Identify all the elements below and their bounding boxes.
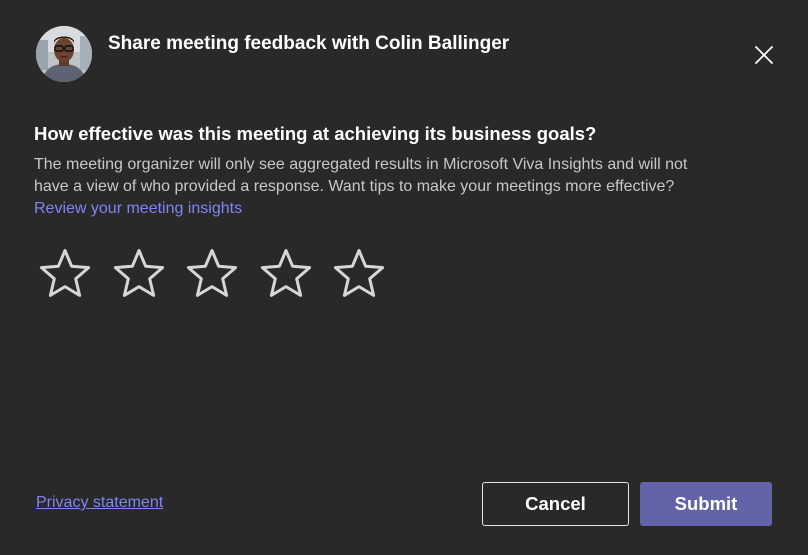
submit-button[interactable]: Submit	[640, 482, 772, 526]
star-outline-icon	[186, 249, 238, 297]
star-outline-icon	[113, 249, 164, 297]
cancel-button[interactable]: Cancel	[482, 482, 629, 526]
dialog-header: Share meeting feedback with Colin Ballin…	[36, 26, 509, 82]
feedback-dialog: Share meeting feedback with Colin Ballin…	[0, 0, 808, 555]
star-rating	[38, 247, 406, 301]
star-3-button[interactable]	[185, 247, 239, 301]
description-text: The meeting organizer will only see aggr…	[34, 154, 734, 198]
description-line-1: The meeting organizer will only see aggr…	[34, 156, 688, 173]
avatar	[36, 26, 92, 82]
close-icon	[755, 46, 773, 64]
star-outline-icon	[39, 249, 91, 297]
star-1-button[interactable]	[38, 247, 92, 301]
question-heading: How effective was this meeting at achiev…	[34, 123, 597, 144]
star-5-button[interactable]	[332, 247, 386, 301]
dialog-title: Share meeting feedback with Colin Ballin…	[108, 33, 510, 54]
close-button[interactable]	[752, 43, 776, 67]
privacy-statement-link[interactable]: Privacy statement	[36, 494, 163, 512]
star-4-button[interactable]	[259, 247, 313, 301]
review-insights-link[interactable]: Review your meeting insights	[34, 198, 242, 220]
star-outline-icon	[260, 249, 311, 297]
star-2-button[interactable]	[112, 247, 166, 301]
star-outline-icon	[333, 249, 385, 297]
description-line-2: have a view of who provided a response. …	[34, 178, 675, 195]
